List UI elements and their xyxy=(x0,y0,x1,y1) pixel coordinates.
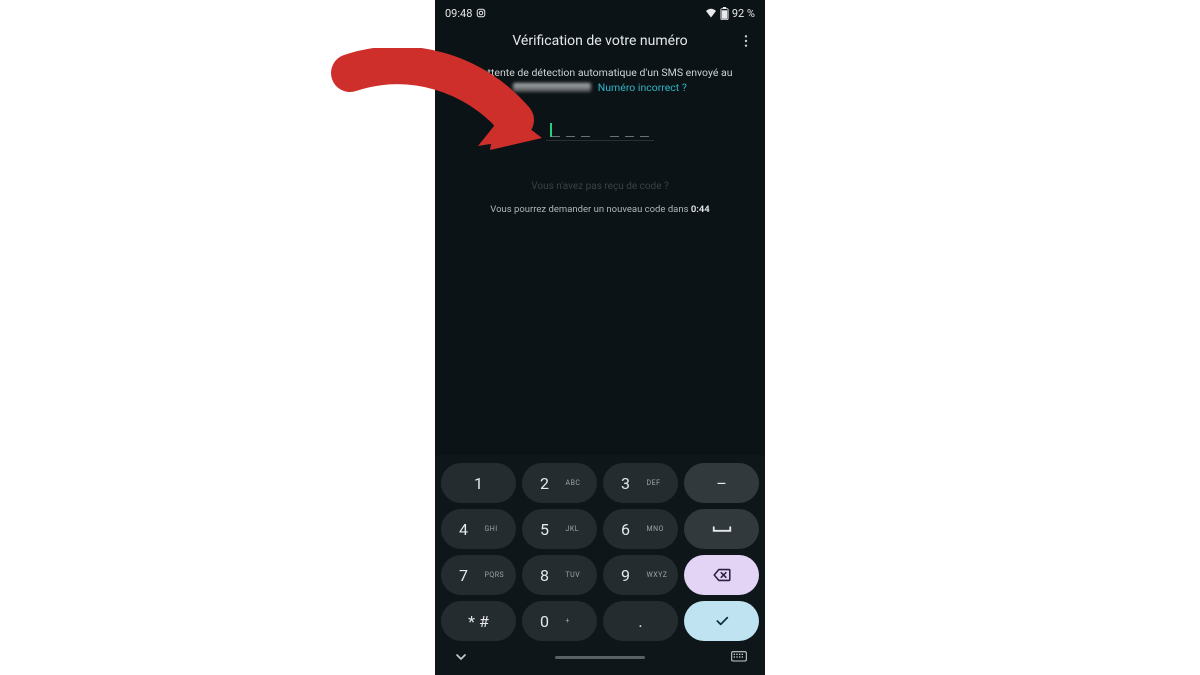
keyboard-toolbar xyxy=(441,647,759,671)
key-backspace[interactable] xyxy=(684,555,759,595)
key-5[interactable]: 5JKL xyxy=(522,509,597,549)
key-4[interactable]: 4GHI xyxy=(441,509,516,549)
resend-code-disabled: Vous n'avez pas reçu de code ? xyxy=(449,181,751,192)
key-1[interactable]: 1 xyxy=(441,463,516,503)
status-right: 92 % xyxy=(705,7,755,20)
key-7[interactable]: 7PQRS xyxy=(441,555,516,595)
key-9[interactable]: 9WXYZ xyxy=(603,555,678,595)
key-[interactable]: . xyxy=(603,601,678,641)
key-3[interactable]: 3DEF xyxy=(603,463,678,503)
code-slot xyxy=(566,136,575,138)
waiting-line1: En attente de détection automatique d'un… xyxy=(467,66,732,79)
switch-keyboard-button[interactable] xyxy=(731,651,747,663)
status-time: 09:48 xyxy=(445,7,472,20)
countdown-text: Vous pourrez demander un nouveau code da… xyxy=(449,204,751,215)
status-left: 09:48 xyxy=(445,7,486,20)
numeric-keypad: 12ABC3DEF– 4GHI5JKL6MNO 7PQRS8TUV9WXYZ * #0… xyxy=(435,455,765,675)
countdown-time: 0:44 xyxy=(691,204,710,215)
wrong-number-link[interactable]: Numéro incorrect ? xyxy=(598,81,687,94)
wifi-icon xyxy=(705,8,717,18)
key-check[interactable] xyxy=(684,601,759,641)
code-input[interactable] xyxy=(546,115,654,141)
key-dash[interactable]: – xyxy=(684,463,759,503)
countdown-prefix: Vous pourrez demander un nouveau code da… xyxy=(490,204,691,215)
phone-frame: 09:48 92 % Vérification de votre numéro … xyxy=(435,0,765,675)
key-8[interactable]: 8TUV xyxy=(522,555,597,595)
collapse-keyboard-button[interactable] xyxy=(453,649,469,665)
app-header: Vérification de votre numéro xyxy=(435,24,765,58)
more-button[interactable] xyxy=(735,30,757,52)
code-slot xyxy=(625,136,634,138)
code-slot xyxy=(581,136,590,138)
key-space[interactable] xyxy=(684,509,759,549)
code-slot xyxy=(551,136,560,138)
instagram-icon xyxy=(476,8,486,18)
key-2[interactable]: 2ABC xyxy=(522,463,597,503)
verification-body: En attente de détection automatique d'un… xyxy=(435,58,765,215)
home-indicator[interactable] xyxy=(555,656,645,659)
page-title: Vérification de votre numéro xyxy=(512,33,687,49)
statusbar: 09:48 92 % xyxy=(435,0,765,24)
redacted-phone-number xyxy=(513,83,591,92)
key-[interactable]: * # xyxy=(441,601,516,641)
battery-pct: 92 % xyxy=(732,7,755,20)
key-6[interactable]: 6MNO xyxy=(603,509,678,549)
code-slot xyxy=(640,136,649,138)
key-0[interactable]: 0+ xyxy=(522,601,597,641)
code-slot xyxy=(610,136,619,138)
battery-icon xyxy=(720,7,729,20)
text-caret xyxy=(550,123,552,137)
waiting-text: En attente de détection automatique d'un… xyxy=(449,66,751,95)
